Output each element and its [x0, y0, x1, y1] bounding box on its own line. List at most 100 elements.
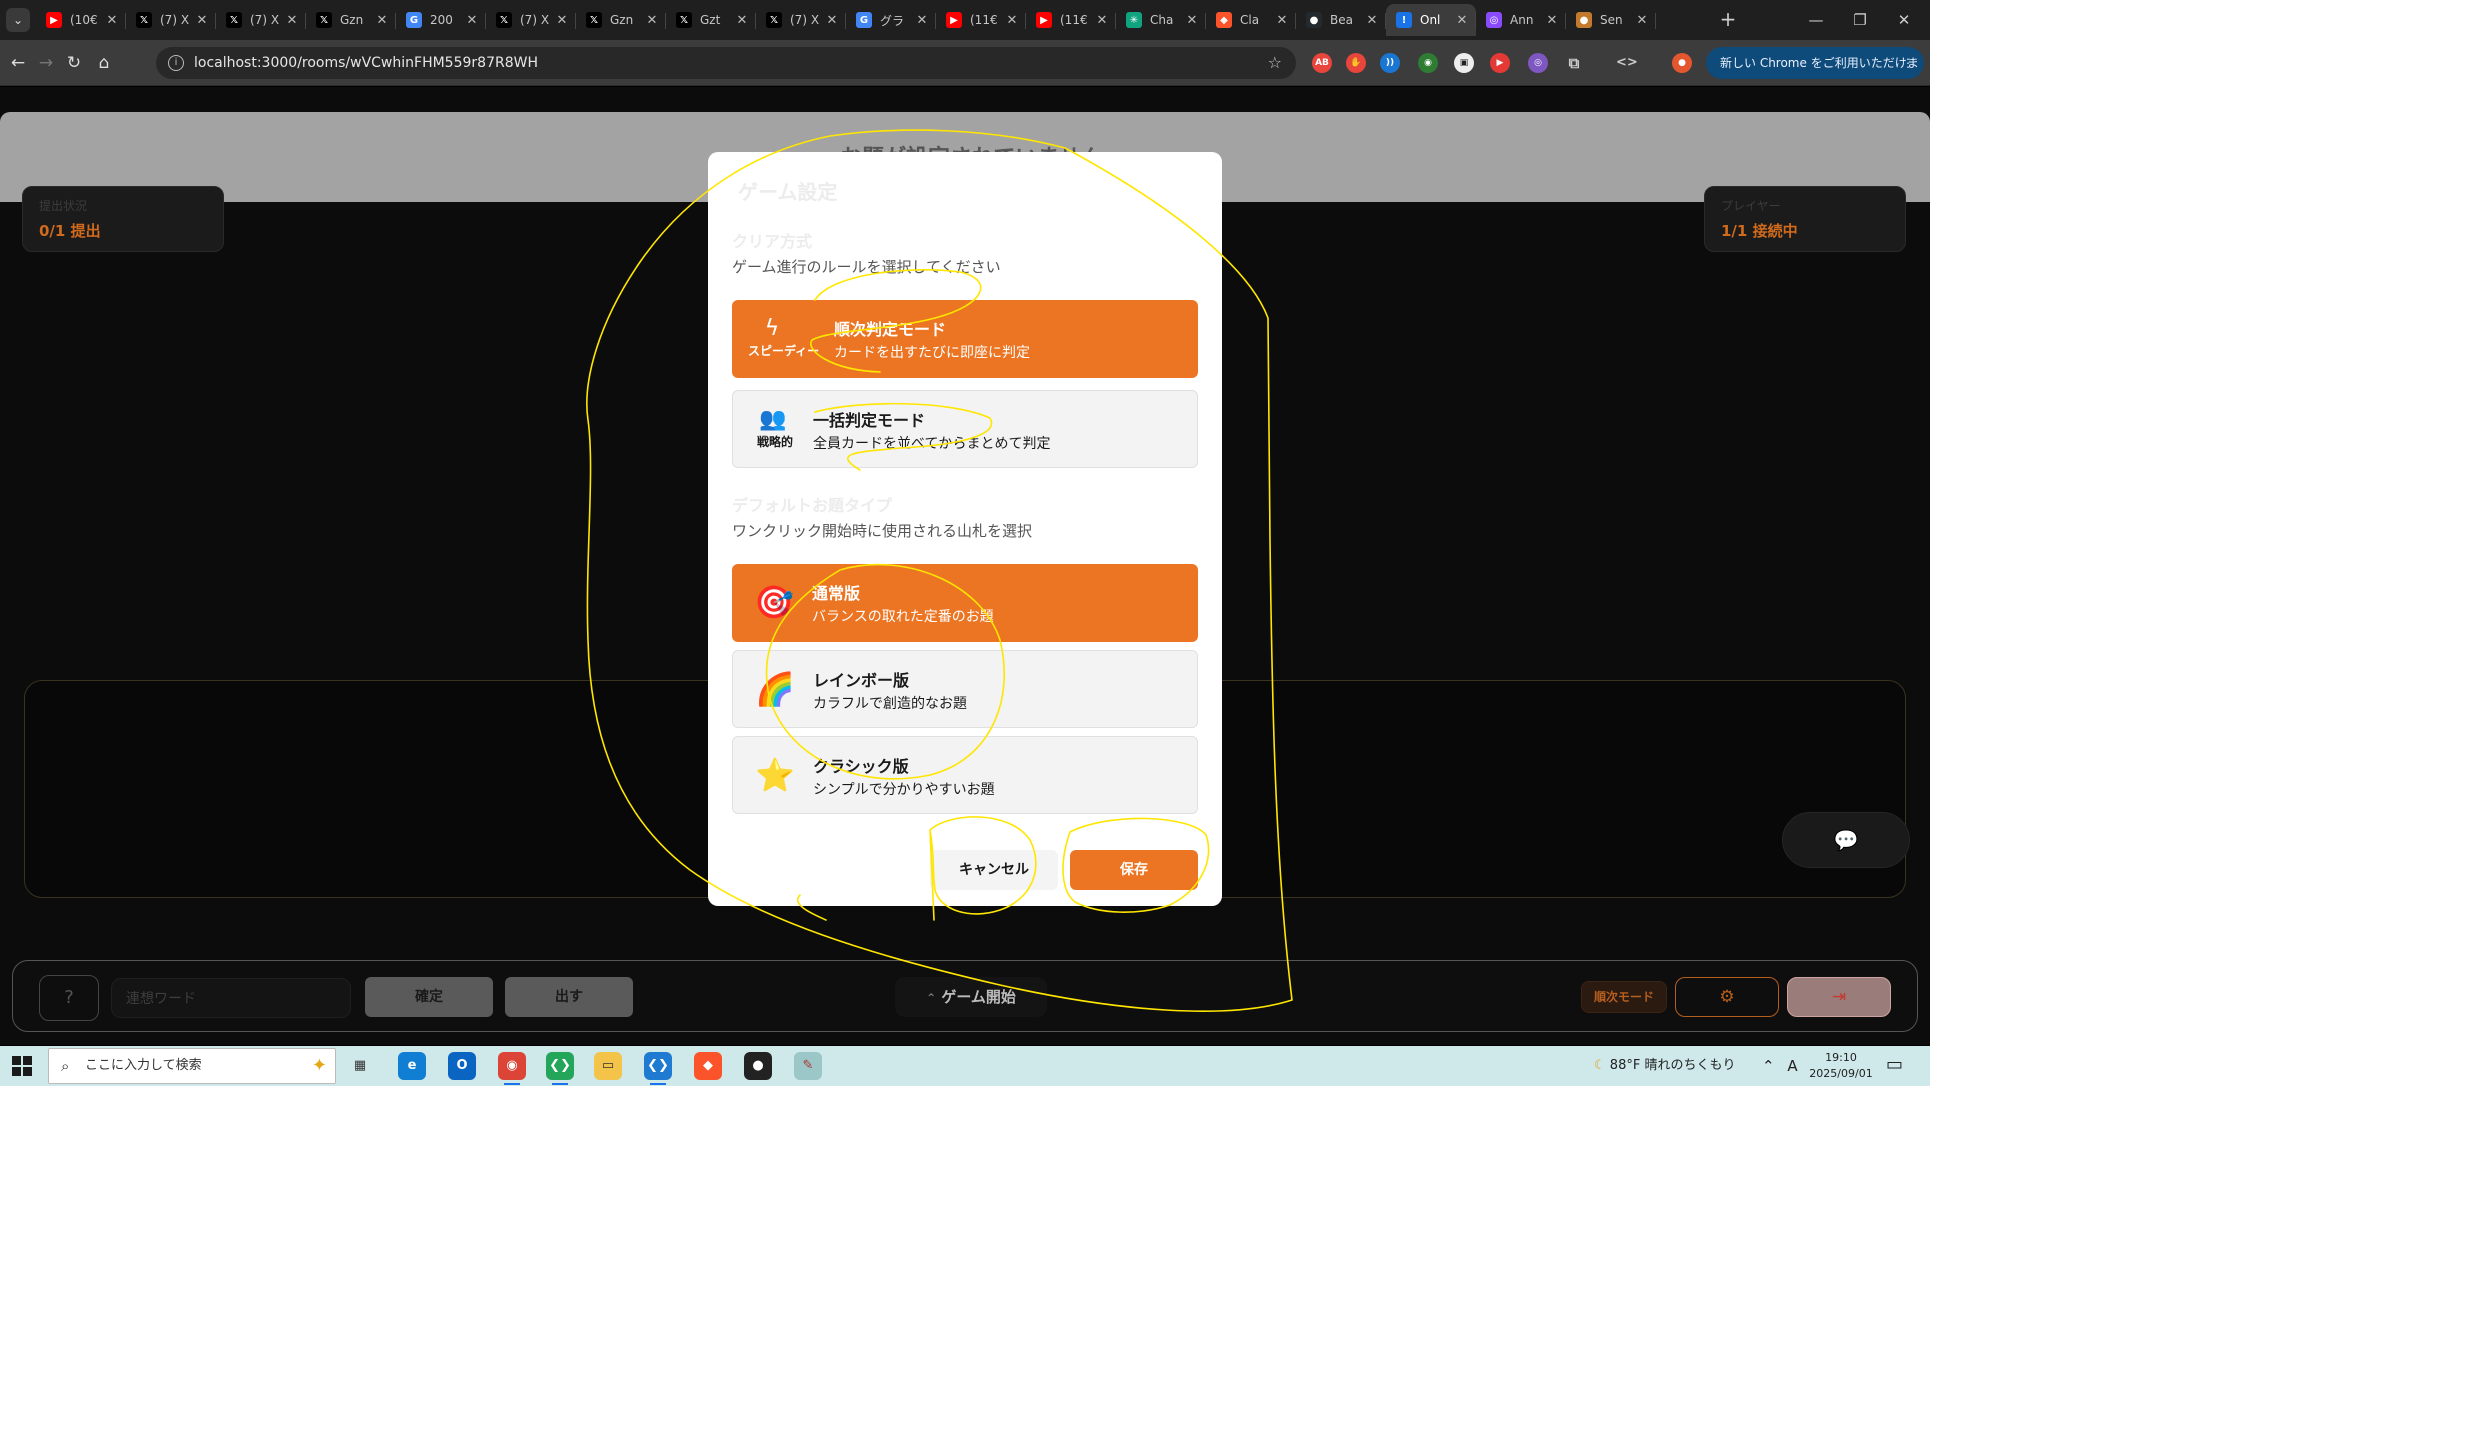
forward-button[interactable]: →	[32, 49, 60, 77]
chrome-update-button[interactable]: 新しい Chrome をご利用いただけます ⋮	[1706, 47, 1924, 102]
taskbar-clock[interactable]: 19:10 2025/09/01	[1808, 1050, 1874, 1082]
browser-tab[interactable]: 𝕏 (7) X ✕	[126, 4, 216, 36]
audio-extension-icon[interactable]: ))	[1380, 53, 1400, 73]
close-tab-icon[interactable]: ✕	[554, 13, 570, 28]
extensions-puzzle-icon[interactable]: ⧉	[1564, 53, 1584, 73]
users-icon: 👥	[759, 407, 787, 432]
chat-button[interactable]: 💬	[1782, 812, 1910, 868]
close-tab-icon[interactable]: ✕	[1094, 13, 1110, 28]
option-deck-classic[interactable]: ⭐ クラシック版 シンプルで分かりやすいお題	[732, 736, 1198, 814]
option-deck-normal[interactable]: 🎯 通常版 バランスの取れた定番のお題	[732, 564, 1198, 642]
video-extension-icon[interactable]: ▶	[1490, 53, 1510, 73]
option-deck-rainbow[interactable]: 🌈 レインボー版 カラフルで創造的なお題	[732, 650, 1198, 728]
new-tab-button[interactable]: +	[1714, 6, 1742, 34]
settings-button[interactable]: ⚙	[1675, 977, 1779, 1017]
site-info-icon[interactable]: i	[168, 55, 184, 71]
association-word-input[interactable]	[111, 978, 351, 1018]
tray-chevron-up-icon[interactable]: ⌃	[1762, 1057, 1775, 1075]
browser-tab[interactable]: ▶ (10€ ✕	[36, 4, 126, 36]
file-explorer-icon[interactable]: ▭	[594, 1052, 622, 1080]
address-bar[interactable]: i localhost:3000/rooms/wVCwhinFHM559r87R…	[156, 47, 1296, 79]
browser-tab[interactable]: ● Bea ✕	[1296, 4, 1386, 36]
devtools-icon[interactable]: <>	[1616, 53, 1638, 73]
edge-icon[interactable]: e	[398, 1052, 426, 1080]
box-extension-icon[interactable]: ▣	[1454, 53, 1474, 73]
bookmark-star-icon[interactable]: ☆	[1268, 47, 1282, 79]
browser-tab[interactable]: ✳ Cha ✕	[1116, 4, 1206, 36]
browser-tab[interactable]: 𝕏 (7) X ✕	[756, 4, 846, 36]
browser-tab[interactable]: 𝕏 (7) X ✕	[486, 4, 576, 36]
close-tab-icon[interactable]: ✕	[1004, 13, 1020, 28]
ime-indicator[interactable]: A	[1787, 1057, 1797, 1075]
close-tab-icon[interactable]: ✕	[1634, 13, 1650, 28]
close-tab-icon[interactable]: ✕	[914, 13, 930, 28]
profile-avatar[interactable]: ●	[1672, 53, 1692, 73]
tab-title: Gzt	[700, 13, 721, 27]
penguin-app-icon[interactable]: ●	[744, 1052, 772, 1080]
browser-tab[interactable]: ● Sen ✕	[1566, 4, 1656, 36]
cancel-button[interactable]: キャンセル	[930, 850, 1058, 890]
task-view-icon[interactable]: ▦	[346, 1052, 374, 1080]
tab-title: Ann	[1510, 13, 1534, 27]
record-extension-icon[interactable]: ◉	[1418, 53, 1438, 73]
adblock-extension-icon[interactable]: AB	[1312, 53, 1332, 73]
exit-room-button[interactable]: ⇥	[1787, 977, 1891, 1017]
back-button[interactable]: ←	[4, 49, 32, 77]
windows-start-button[interactable]	[12, 1056, 32, 1076]
close-window-button[interactable]: ✕	[1884, 6, 1924, 34]
pencil-app-icon[interactable]: ✎	[794, 1052, 822, 1080]
close-tab-icon[interactable]: ✕	[824, 13, 840, 28]
confirm-button[interactable]: 確定	[365, 977, 493, 1017]
start-game-button[interactable]: ⌃ ゲーム開始	[895, 977, 1047, 1017]
browser-tab[interactable]: ▶ (11€ ✕	[936, 4, 1026, 36]
browser-tab[interactable]: ! Onl ✕	[1386, 4, 1476, 36]
home-button[interactable]: ⌂	[90, 49, 118, 77]
vscode-insiders-icon[interactable]: ❮❯	[546, 1052, 574, 1085]
outlook-icon[interactable]: O	[448, 1052, 476, 1080]
save-button[interactable]: 保存	[1070, 850, 1198, 890]
close-tab-icon[interactable]: ✕	[1184, 13, 1200, 28]
close-tab-icon[interactable]: ✕	[194, 13, 210, 28]
youtube-icon: ▶	[1036, 12, 1052, 28]
browser-tab[interactable]: G 200 ✕	[396, 4, 486, 36]
more-menu-icon[interactable]: ⋮	[1902, 47, 1914, 79]
close-tab-icon[interactable]: ✕	[284, 13, 300, 28]
minimize-button[interactable]: —	[1796, 6, 1836, 34]
browser-tab[interactable]: G グラ ✕	[846, 4, 936, 36]
close-tab-icon[interactable]: ✕	[734, 13, 750, 28]
tab-title: (7) X	[160, 13, 190, 27]
circle-extension-icon[interactable]: ◎	[1528, 53, 1548, 73]
hand-extension-icon[interactable]: ✋	[1346, 53, 1366, 73]
close-tab-icon[interactable]: ✕	[374, 13, 390, 28]
close-tab-icon[interactable]: ✕	[1274, 13, 1290, 28]
taskbar-search-box[interactable]: ⌕ ここに入力して検索 ✦	[48, 1048, 336, 1084]
close-tab-icon[interactable]: ✕	[1364, 13, 1380, 28]
weather-widget[interactable]: ☾ 88°F 晴れのちくもり	[1594, 1046, 1735, 1086]
restore-button[interactable]: ❐	[1840, 6, 1880, 34]
play-card-button[interactable]: 出す	[505, 977, 633, 1017]
windows-taskbar: ⌕ ここに入力して検索 ✦ ▦ e O ◉ ❮❯ ▭ ❮❯ ◆ ● ✎ ☾ 88…	[0, 1046, 1930, 1086]
close-tab-icon[interactable]: ✕	[464, 13, 480, 28]
browser-tab[interactable]: 𝕏 Gzn ✕	[306, 4, 396, 36]
browser-tab[interactable]: ◆ Cla ✕	[1206, 4, 1296, 36]
notification-icon[interactable]: ▭	[1886, 1054, 1903, 1075]
browser-tab[interactable]: 𝕏 Gzn ✕	[576, 4, 666, 36]
reload-button[interactable]: ↻	[60, 49, 88, 77]
close-tab-icon[interactable]: ✕	[1454, 13, 1470, 28]
browser-tab[interactable]: ◎ Ann ✕	[1476, 4, 1566, 36]
option-batch-mode[interactable]: 👥 戦略的 一括判定モード 全員カードを並べてからまとめて判定	[732, 390, 1198, 468]
chrome-icon[interactable]: ◉	[498, 1052, 526, 1085]
close-tab-icon[interactable]: ✕	[104, 13, 120, 28]
tab-search-button[interactable]: ⌄	[6, 8, 30, 32]
mode-badge: 順次モード	[1581, 981, 1667, 1013]
brave-icon[interactable]: ◆	[694, 1052, 722, 1080]
clock-date: 2025/09/01	[1809, 1067, 1873, 1080]
close-tab-icon[interactable]: ✕	[644, 13, 660, 28]
help-button[interactable]: ?	[39, 975, 99, 1021]
vscode-icon[interactable]: ❮❯	[644, 1052, 672, 1085]
browser-tab[interactable]: ▶ (11€ ✕	[1026, 4, 1116, 36]
option-sequential-mode[interactable]: ϟ スピーディー 順次判定モード カードを出すたびに即座に判定	[732, 300, 1198, 378]
browser-tab[interactable]: 𝕏 (7) X ✕	[216, 4, 306, 36]
browser-tab[interactable]: 𝕏 Gzt ✕	[666, 4, 756, 36]
close-tab-icon[interactable]: ✕	[1544, 13, 1560, 28]
